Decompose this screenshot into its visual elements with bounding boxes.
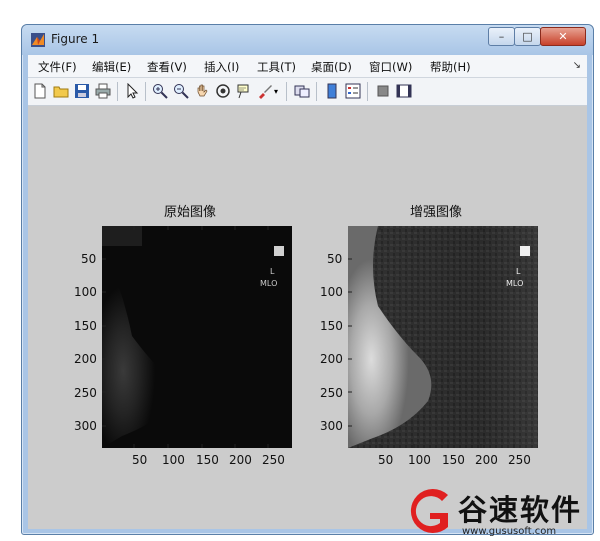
brush-icon[interactable] (257, 83, 273, 99)
menu-bar: 文件(F) 编辑(E) 查看(V) 插入(I) 工具(T) 桌面(D) 窗口(W… (28, 55, 587, 78)
plot-title-enhanced: 增强图像 (410, 205, 463, 220)
menu-overflow-icon[interactable]: ↘ (573, 60, 581, 71)
window-title: Figure 1 (51, 32, 100, 46)
x-tick-label: 200 (229, 453, 252, 467)
x-tick-label: 100 (162, 453, 185, 467)
toolbar-separator (316, 82, 317, 101)
menu-file[interactable]: 文件(F) (38, 59, 77, 75)
menu-window[interactable]: 窗口(W) (369, 59, 412, 75)
figure-canvas: 原始图像 L MLO 50 100 150 200 250 50 100 150… (28, 106, 587, 529)
y-tick-label: 50 (327, 252, 343, 266)
menu-help[interactable]: 帮助(H) (430, 59, 471, 75)
y-tick-label: 250 (74, 386, 97, 400)
brush-dropdown-icon[interactable]: ▾ (274, 87, 290, 103)
data-cursor-icon[interactable] (236, 83, 252, 99)
image-marker (520, 246, 530, 256)
menu-edit[interactable]: 编辑(E) (92, 59, 131, 75)
y-tick-label: 300 (74, 419, 97, 433)
toolbar-separator (117, 82, 118, 101)
image-dark-strip (102, 226, 142, 246)
y-tick-label: 200 (74, 352, 97, 366)
image-marker (274, 246, 284, 256)
menu-desktop[interactable]: 桌面(D) (311, 59, 352, 75)
y-tick-label: 100 (320, 285, 343, 299)
colorbar-icon[interactable] (324, 83, 340, 99)
close-button[interactable]: ✕ (540, 27, 586, 46)
zoom-in-icon[interactable] (152, 83, 168, 99)
maximize-button[interactable]: □ (514, 27, 541, 46)
matlab-icon (31, 33, 45, 47)
x-tick-label: 50 (378, 453, 394, 467)
y-tick-label: 50 (81, 252, 97, 266)
hide-plot-tools-icon[interactable] (375, 83, 391, 99)
save-icon[interactable] (74, 83, 90, 99)
zoom-out-icon[interactable] (173, 83, 189, 99)
x-tick-label: 250 (262, 453, 285, 467)
toolbar-separator (145, 82, 146, 101)
image-label-mlo: MLO (260, 279, 277, 288)
link-icon[interactable] (294, 83, 310, 99)
image-label-mark: L (516, 267, 521, 276)
toolbar-separator (286, 82, 287, 101)
menu-insert[interactable]: 插入(I) (204, 59, 239, 75)
y-tick-label: 250 (320, 386, 343, 400)
watermark-url: www.gususoft.com (462, 526, 557, 537)
minimize-button[interactable]: – (488, 27, 515, 46)
x-tick-label: 150 (442, 453, 465, 467)
print-icon[interactable] (95, 83, 111, 99)
y-tick-label: 100 (74, 285, 97, 299)
y-tick-label: 300 (320, 419, 343, 433)
image-label-mark: L (270, 267, 275, 276)
image-axes-original[interactable]: L MLO (102, 226, 292, 448)
figure-window: Figure 1 – □ ✕ 文件(F) 编辑(E) 查看(V) 插入(I) 工… (21, 24, 594, 535)
x-tick-label: 200 (475, 453, 498, 467)
show-plot-tools-icon[interactable] (396, 83, 412, 99)
x-tick-label: 100 (408, 453, 431, 467)
pointer-icon[interactable] (124, 83, 140, 99)
x-tick-label: 50 (132, 453, 148, 467)
open-icon[interactable] (53, 83, 69, 99)
y-tick-label: 200 (320, 352, 343, 366)
rotate-3d-icon[interactable] (215, 83, 231, 99)
y-tick-label: 150 (320, 319, 343, 333)
menu-view[interactable]: 查看(V) (147, 59, 187, 75)
title-bar[interactable]: Figure 1 – □ ✕ (22, 25, 593, 55)
plot-title-original: 原始图像 (164, 205, 217, 220)
legend-icon[interactable] (345, 83, 361, 99)
watermark: 谷速软件 www.gususoft.com (400, 481, 600, 541)
y-tick-label: 150 (74, 319, 97, 333)
x-tick-label: 250 (508, 453, 531, 467)
image-label-mlo: MLO (506, 279, 523, 288)
x-tick-label: 150 (196, 453, 219, 467)
menu-tools[interactable]: 工具(T) (257, 59, 296, 75)
toolbar-separator (367, 82, 368, 101)
watermark-brand: 谷速软件 (458, 493, 583, 527)
new-figure-icon[interactable] (32, 83, 48, 99)
pan-icon[interactable] (194, 83, 210, 99)
gusu-logo-icon (410, 489, 448, 533)
figure-toolbar: ▾ (28, 78, 587, 106)
image-axes-enhanced[interactable]: L MLO (348, 226, 538, 448)
